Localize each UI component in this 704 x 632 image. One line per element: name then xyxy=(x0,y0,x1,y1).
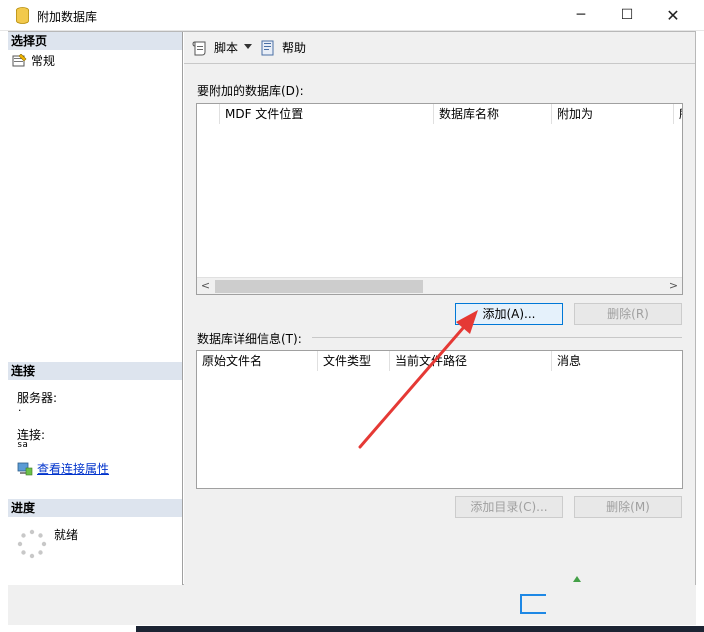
partial-widget xyxy=(520,594,546,614)
maximize-button[interactable]: ☐ xyxy=(604,0,650,31)
script-icon xyxy=(192,41,206,56)
script-dropdown-arrow-icon[interactable] xyxy=(244,44,252,49)
database-details-divider xyxy=(312,337,682,338)
add-button[interactable]: 添加(A)... xyxy=(455,303,563,325)
script-label: 脚本 xyxy=(214,41,239,55)
databases-to-attach-label: 要附加的数据库(D): xyxy=(197,84,304,98)
status-triangle-icon xyxy=(573,576,581,582)
progress-status: 就绪 xyxy=(54,528,79,542)
view-connection-properties-link[interactable]: 查看连接属性 xyxy=(17,461,109,477)
remove-file-button[interactable]: 删除(M) xyxy=(574,496,682,518)
help-button[interactable]: 帮助 xyxy=(260,39,306,57)
remove-database-button[interactable]: 删除(R) xyxy=(574,303,682,325)
toolbar: 脚本 帮助 xyxy=(184,32,695,64)
scroll-thumb[interactable] xyxy=(215,280,423,293)
page-item-general[interactable]: 常规 xyxy=(11,53,55,69)
help-label: 帮助 xyxy=(282,41,307,55)
column-database-name[interactable]: 数据库名称 xyxy=(434,104,552,124)
column-message[interactable]: 消息 xyxy=(552,351,682,371)
column-current-file-path[interactable]: 当前文件路径 xyxy=(390,351,552,371)
column-owner-truncated[interactable]: 所 xyxy=(674,104,682,124)
left-pane: 选择页 常规 连接 服务器: . 连接: sa 查看连接属性 进度 就绪 xyxy=(8,32,183,585)
connection-properties-icon xyxy=(17,462,33,476)
scroll-right-icon[interactable]: > xyxy=(665,278,682,295)
title-bar: 附加数据库 ─ ☐ ✕ xyxy=(0,0,704,31)
progress-spinner-icon xyxy=(17,529,47,559)
database-details-grid[interactable]: 原始文件名 文件类型 当前文件路径 消息 xyxy=(196,350,683,489)
database-icon xyxy=(16,7,29,24)
grid-header: 原始文件名 文件类型 当前文件路径 消息 xyxy=(197,351,682,371)
column-mdf-location[interactable]: MDF 文件位置 xyxy=(220,104,434,124)
minimize-button[interactable]: ─ xyxy=(558,0,604,31)
column-file-type[interactable]: 文件类型 xyxy=(318,351,390,371)
horizontal-scrollbar[interactable]: < > xyxy=(197,277,682,294)
select-page-header: 选择页 xyxy=(8,32,182,50)
view-connection-properties-label: 查看连接属性 xyxy=(37,462,110,476)
database-details-label: 数据库详细信息(T): xyxy=(197,332,302,346)
progress-header: 进度 xyxy=(8,499,182,517)
page-item-label: 常规 xyxy=(31,54,56,68)
connection-header: 连接 xyxy=(8,362,182,380)
page-icon xyxy=(12,54,27,67)
close-button[interactable]: ✕ xyxy=(650,0,696,31)
column-original-filename[interactable]: 原始文件名 xyxy=(197,351,318,371)
connection-value: sa xyxy=(17,440,28,450)
scroll-left-icon[interactable]: < xyxy=(197,278,214,295)
add-catalog-button[interactable]: 添加目录(C)... xyxy=(455,496,563,518)
row-header-column xyxy=(197,104,220,124)
dialog-footer xyxy=(8,585,696,625)
help-icon xyxy=(261,40,274,56)
server-label: 服务器: xyxy=(17,391,58,405)
window-title: 附加数据库 xyxy=(37,10,98,24)
grid-header: MDF 文件位置 数据库名称 附加为 所 xyxy=(197,104,682,124)
script-button[interactable]: 脚本 xyxy=(192,39,238,57)
databases-to-attach-grid[interactable]: MDF 文件位置 数据库名称 附加为 所 xyxy=(196,103,683,295)
column-attach-as[interactable]: 附加为 xyxy=(552,104,674,124)
server-value: . xyxy=(17,404,23,414)
taskbar-strip xyxy=(136,626,704,632)
